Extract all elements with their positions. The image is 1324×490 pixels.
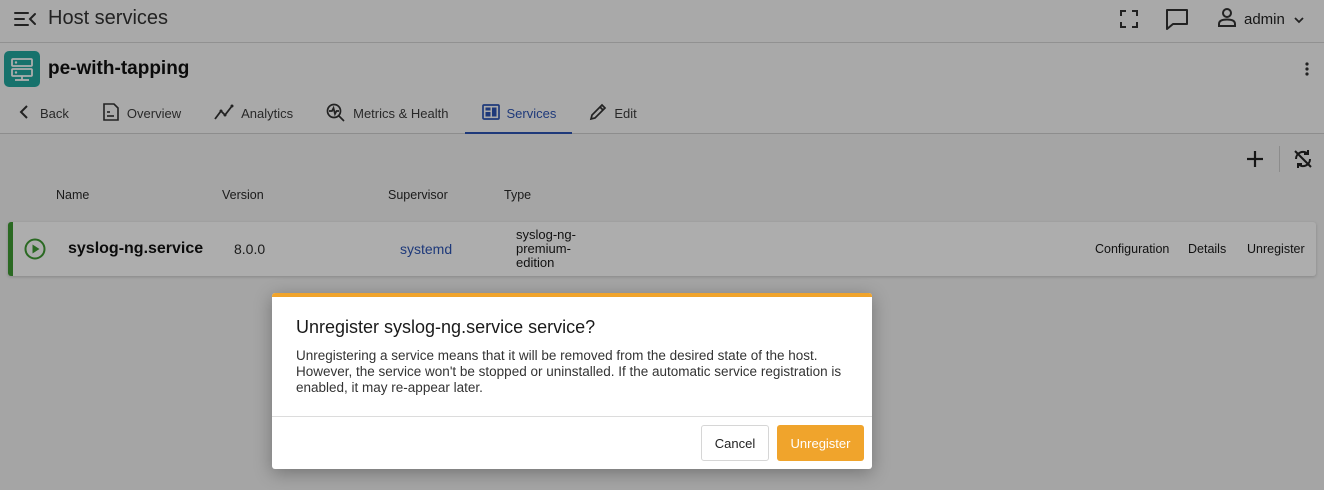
dialog-divider <box>272 416 872 417</box>
cancel-button[interactable]: Cancel <box>701 425 769 461</box>
dialog-title: Unregister syslog-ng.service service? <box>296 317 596 337</box>
dialog-message: Unregistering a service means that it wi… <box>296 348 842 395</box>
unregister-button[interactable]: Unregister <box>777 425 864 461</box>
dialog-accent-bar <box>272 293 872 297</box>
unregister-dialog: Unregister syslog-ng.service service? Un… <box>272 293 872 469</box>
